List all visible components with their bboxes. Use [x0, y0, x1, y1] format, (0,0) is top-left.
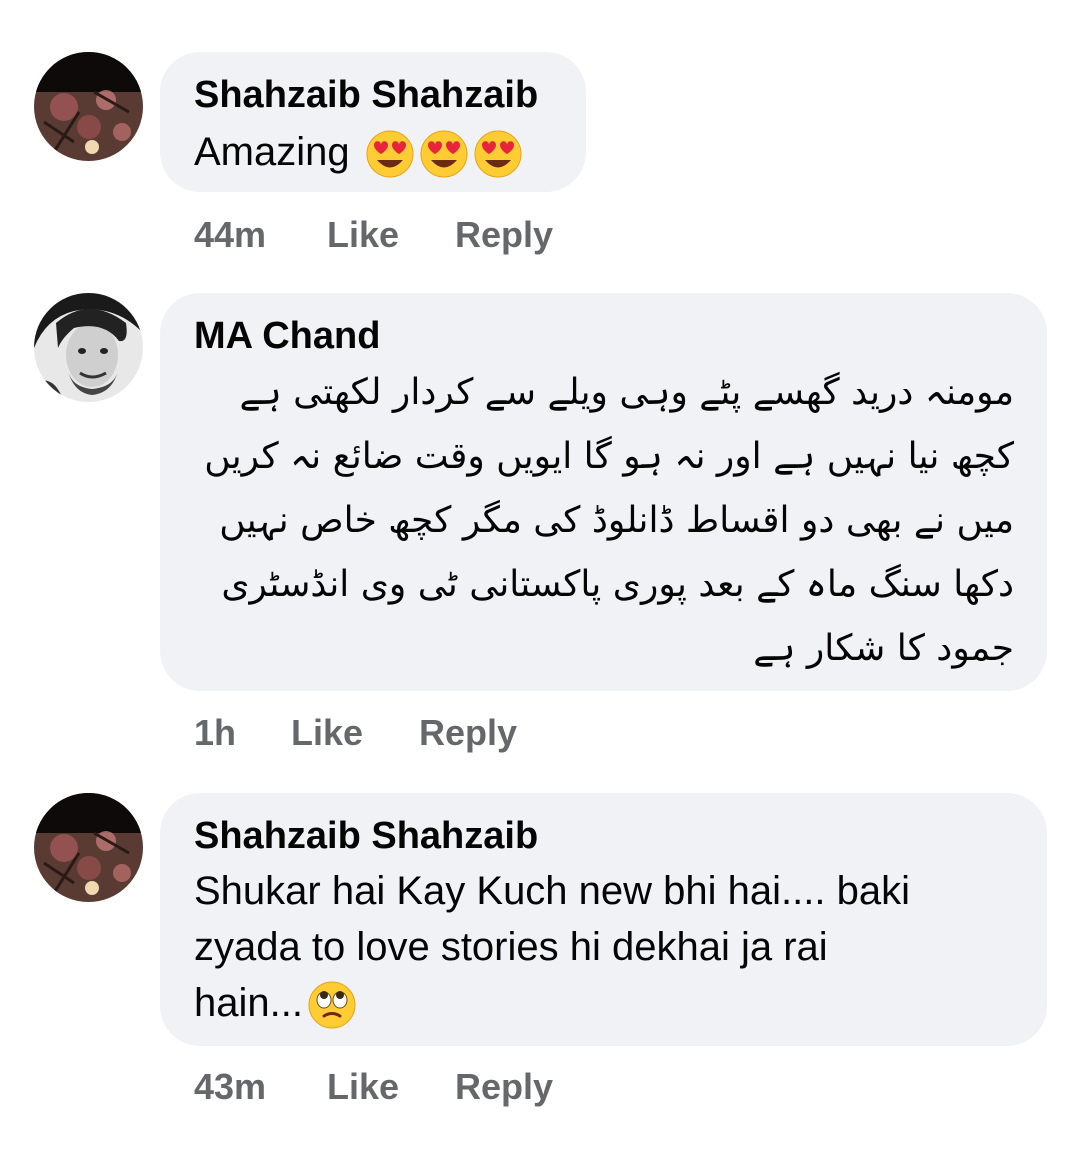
comment-text-line: zyada to love stories hi dekhai ja rai — [194, 925, 828, 969]
comment-text-line: Shukar hai Kay Kuch new bhi hai.... baki — [194, 869, 910, 913]
reply-button[interactable]: Reply — [419, 712, 517, 754]
comment-timestamp: 43m — [194, 1066, 267, 1107]
comment-text-content: Amazing — [194, 130, 350, 174]
comment-author[interactable]: Shahzaib Shahzaib — [194, 74, 538, 117]
heart-eyes-emoji — [419, 129, 469, 179]
comment-author[interactable]: MA Chand — [194, 315, 380, 358]
comment-text: Amazing — [194, 124, 523, 180]
avatar-image — [34, 293, 143, 402]
heart-eyes-emoji — [365, 129, 415, 179]
comment-text-line: hain... — [194, 981, 303, 1025]
comment-text: مومنہ درید گھسے پٹے وہی ویلے سے کردار لک… — [204, 372, 1014, 669]
comment-author[interactable]: Shahzaib Shahzaib — [194, 815, 538, 858]
like-button[interactable]: Like — [327, 1066, 399, 1108]
comment-timestamp: 44m — [194, 214, 267, 255]
comment-bubble: Shahzaib Shahzaib Shukar hai Kay Kuch ne… — [160, 793, 1047, 1046]
avatar[interactable] — [34, 793, 143, 902]
eye-roll-emoji — [307, 980, 357, 1030]
avatar[interactable] — [34, 52, 143, 161]
comment-text: Shukar hai Kay Kuch new bhi hai.... baki… — [194, 863, 910, 1031]
reply-button[interactable]: Reply — [455, 214, 553, 256]
like-button[interactable]: Like — [291, 712, 363, 754]
heart-eyes-emoji — [473, 129, 523, 179]
comment-text-line-last: hain... — [194, 975, 910, 1031]
avatar-image — [34, 52, 143, 161]
comment-timestamp: 1h — [194, 712, 237, 753]
comment-bubble: Shahzaib Shahzaib Amazing — [160, 52, 586, 192]
reply-button[interactable]: Reply — [455, 1066, 553, 1108]
like-button[interactable]: Like — [327, 214, 399, 256]
avatar-image — [34, 793, 143, 902]
avatar[interactable] — [34, 293, 143, 402]
comment-bubble: MA Chand مومنہ درید گھسے پٹے وہی ویلے سے… — [160, 293, 1047, 691]
